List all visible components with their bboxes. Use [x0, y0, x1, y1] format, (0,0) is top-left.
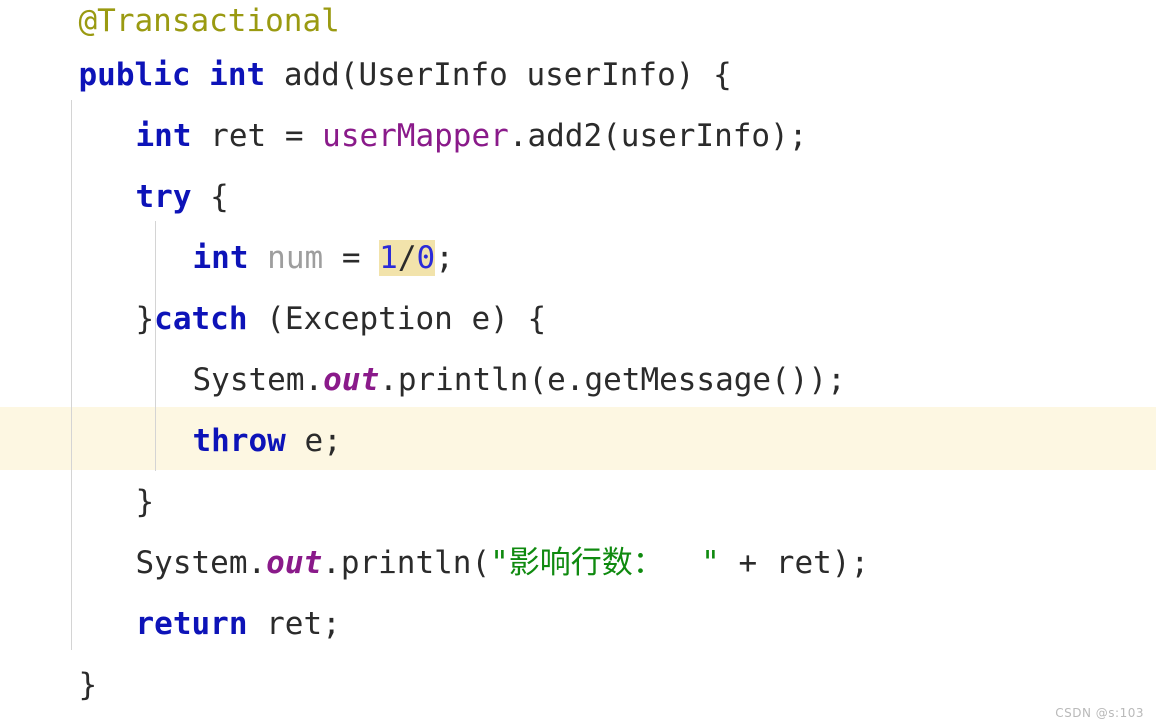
code-token: 0 — [416, 240, 436, 276]
code-token: .println( — [322, 545, 491, 581]
line-println-message[interactable]: System.out.println(e.getMessage()); — [0, 350, 1156, 411]
code-token: = — [323, 240, 380, 276]
code-token: / — [397, 240, 417, 276]
code-token: out — [323, 362, 380, 398]
code-token: .add2(userInfo); — [508, 118, 808, 154]
code-token: num — [267, 240, 324, 276]
code-token: "影响行数： " — [490, 545, 720, 581]
code-token: int — [209, 57, 266, 93]
code-token: int — [135, 118, 192, 154]
code-token: System. — [135, 545, 267, 581]
code-token: int — [192, 240, 249, 276]
code-token: ; — [435, 240, 454, 276]
line-throw[interactable]: throw e; — [0, 411, 1156, 472]
code-token: userMapper — [322, 118, 509, 154]
code-token: + ret); — [719, 545, 870, 581]
code-token: add(UserInfo userInfo) { — [265, 57, 732, 93]
code-token: e; — [285, 423, 342, 459]
code-token: } — [135, 301, 155, 337]
line-method-signature[interactable]: public int add(UserInfo userInfo) { — [0, 45, 1156, 106]
code-token: (Exception e) { — [247, 301, 547, 337]
code-token: 1 — [379, 240, 398, 276]
code-token: throw — [192, 423, 286, 459]
line-try[interactable]: try { — [0, 167, 1156, 228]
line-int-num[interactable]: int num = 1/0; — [0, 228, 1156, 289]
line-println-rows[interactable]: System.out.println("影响行数： " + ret); — [0, 533, 1156, 594]
code-editor-canvas: @Transactional public int add(UserInfo us… — [0, 0, 1156, 726]
code-token: return — [135, 606, 248, 642]
code-token: { — [191, 179, 229, 215]
code-token: catch — [154, 301, 248, 337]
line-close-catch[interactable]: } — [0, 472, 1156, 533]
code-token: System. — [192, 362, 324, 398]
line-catch[interactable]: }catch (Exception e) { — [0, 289, 1156, 350]
line-int-ret[interactable]: int ret = userMapper.add2(userInfo); — [0, 106, 1156, 167]
code-token: public — [78, 57, 191, 93]
code-token: @Transactional — [78, 3, 340, 39]
code-token: } — [78, 667, 98, 703]
code-token: .println(e.getMessage()); — [379, 362, 846, 398]
code-token: } — [135, 484, 155, 520]
csdn-watermark: CSDN @s:103 — [1055, 706, 1144, 720]
code-token: ret = — [191, 118, 323, 154]
line-return[interactable]: return ret; — [0, 594, 1156, 655]
line-close-method[interactable]: } — [0, 655, 1156, 716]
code-token: out — [266, 545, 323, 581]
code-token: try — [135, 179, 192, 215]
code-token: ret; — [247, 606, 341, 642]
